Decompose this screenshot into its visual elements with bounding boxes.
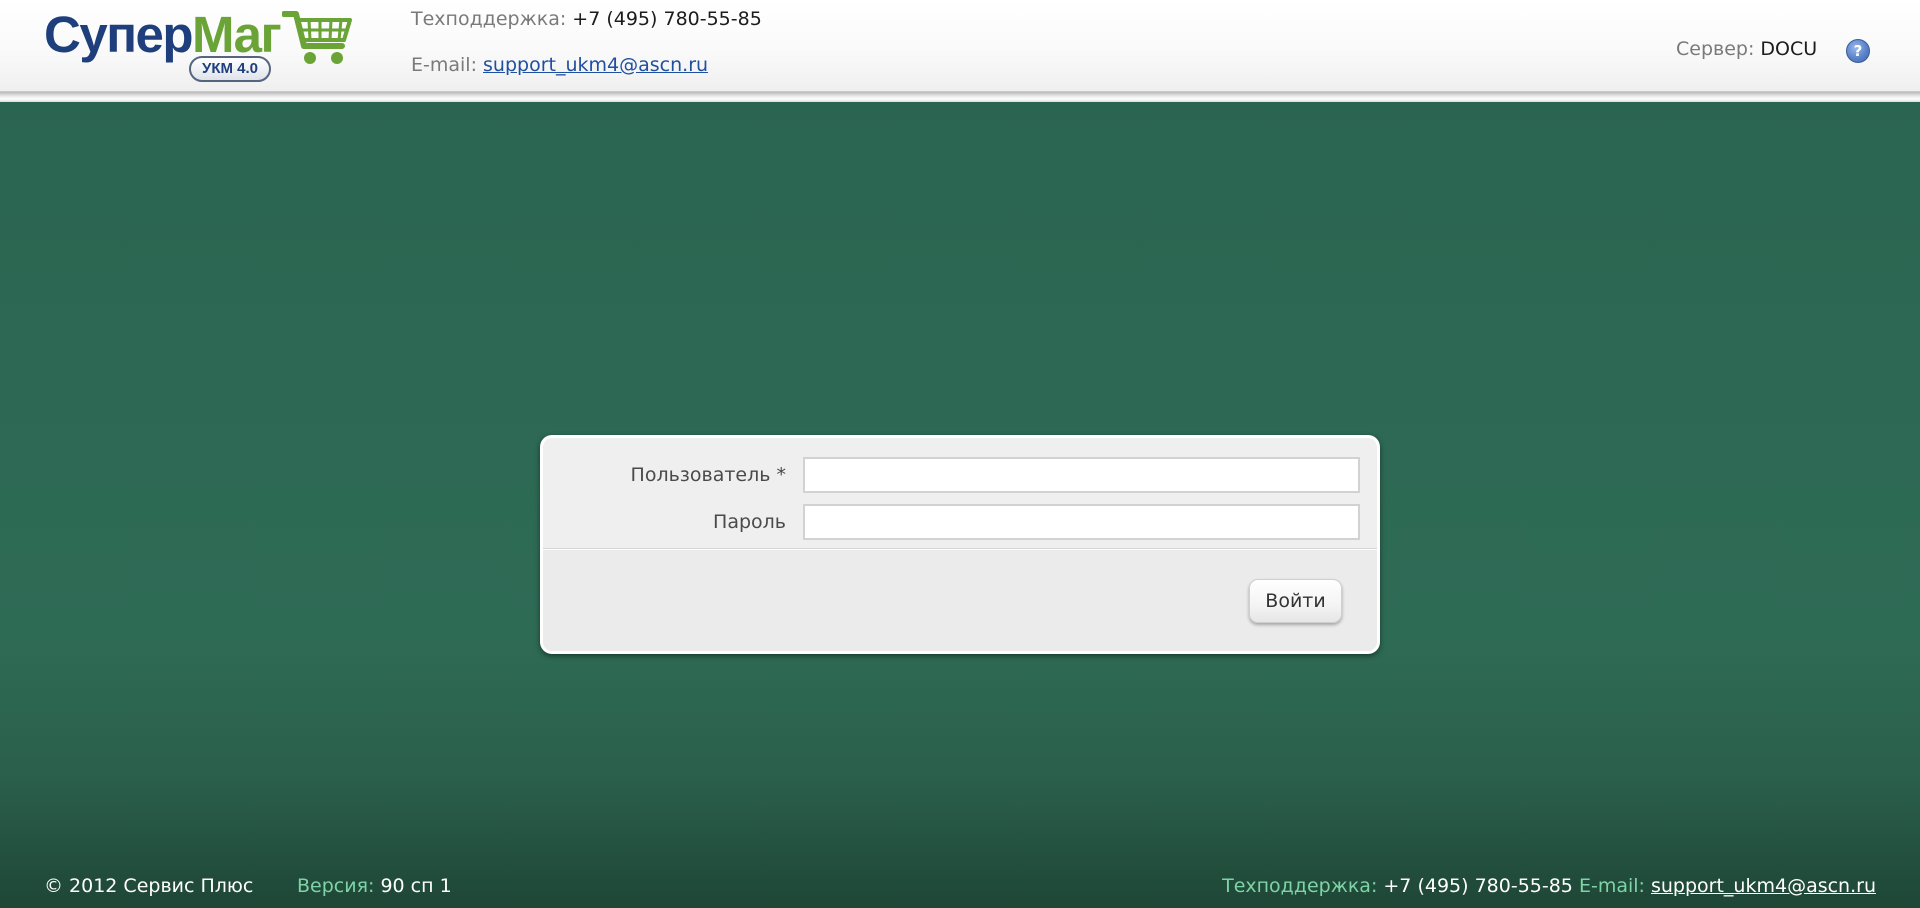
header-support-email-line: E-mail: support_ukm4@ascn.ru xyxy=(411,52,762,78)
footer-email-link[interactable]: support_ukm4@ascn.ru xyxy=(1651,875,1876,897)
header: СуперМаг УКМ 4.0 Техподдержка: +7 (495) … xyxy=(0,0,1920,92)
footer-support-phone: +7 (495) 780-55-85 xyxy=(1383,875,1573,897)
username-row: Пользователь * xyxy=(543,457,1377,493)
header-support-phone: +7 (495) 780-55-85 xyxy=(572,8,762,30)
server-label: Сервер: xyxy=(1676,38,1755,60)
logo-version-badge: УКМ 4.0 xyxy=(189,56,271,82)
login-panel: Пользователь * Пароль Войти xyxy=(540,435,1380,654)
footer-support-contacts: Техподдержка: +7 (495) 780-55-85 E-mail:… xyxy=(1222,873,1876,899)
header-divider-strip xyxy=(0,92,1920,102)
logo-word-part2: Маг xyxy=(192,6,282,63)
footer-version-label: Версия: xyxy=(297,875,375,897)
password-label: Пароль xyxy=(713,511,786,533)
header-support-email-label: E-mail: xyxy=(411,54,477,76)
password-row: Пароль xyxy=(543,504,1377,540)
header-support-email-link[interactable]: support_ukm4@ascn.ru xyxy=(483,54,708,76)
header-support-phone-line: Техподдержка: +7 (495) 780-55-85 xyxy=(411,6,762,32)
footer-version-value: 90 сп 1 xyxy=(380,875,452,897)
help-icon[interactable]: ? xyxy=(1846,39,1870,63)
server-value: DOCU xyxy=(1760,38,1818,60)
app-logo[interactable]: СуперМаг УКМ 4.0 xyxy=(44,6,354,86)
footer-email-label: E-mail: xyxy=(1578,875,1645,897)
header-support-phone-label: Техподдержка: xyxy=(411,8,567,30)
footer-copyright: © 2012 Сервис Плюс xyxy=(44,875,254,897)
login-form: Пользователь * Пароль Войти xyxy=(543,438,1377,651)
logo-word-part1: Супер xyxy=(44,6,194,63)
header-support-contacts: Техподдержка: +7 (495) 780-55-85 E-mail:… xyxy=(411,6,762,78)
login-actions: Войти xyxy=(543,550,1377,651)
username-input[interactable] xyxy=(803,457,1360,493)
footer-support-label: Техподдержка: xyxy=(1222,875,1378,897)
server-info: Сервер: DOCU xyxy=(1676,36,1817,62)
footer-version: Версия: 90 сп 1 xyxy=(297,873,452,899)
password-input[interactable] xyxy=(803,504,1360,540)
username-label: Пользователь * xyxy=(630,464,786,486)
shopping-cart-icon xyxy=(282,11,352,64)
login-button[interactable]: Войти xyxy=(1249,579,1342,623)
